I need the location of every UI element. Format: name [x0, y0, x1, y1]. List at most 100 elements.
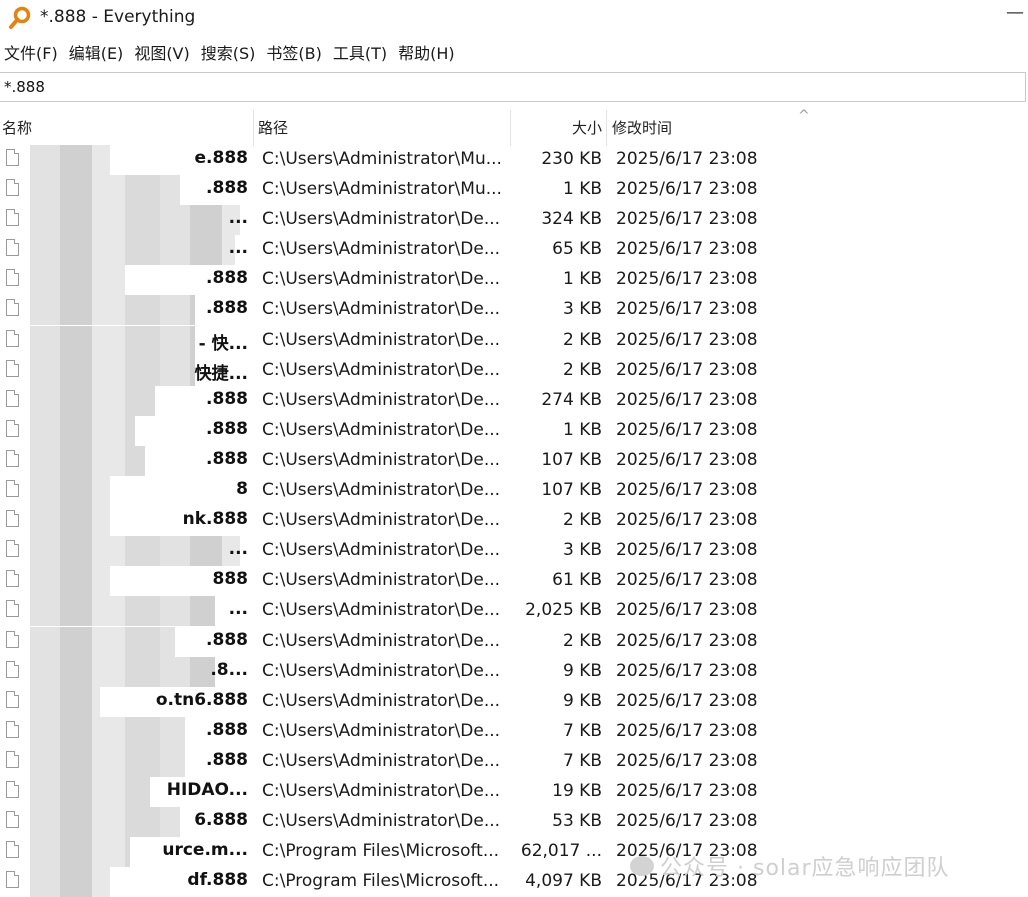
file-name: 8	[236, 479, 248, 500]
file-path: C:\Users\Administrator\De...	[262, 570, 501, 591]
menu-file[interactable]: 文件(F)	[0, 40, 65, 68]
file-name: HIDAO...	[166, 779, 248, 800]
file-size: 1 KB	[562, 419, 602, 440]
file-icon	[6, 540, 19, 558]
file-modified: 2025/6/17 23:08	[616, 780, 758, 801]
table-row[interactable]: 6.888 C:\Users\Administrator\De... 53 KB 20…	[0, 807, 1006, 838]
file-size: 2 KB	[562, 630, 602, 651]
file-size: 62,017 ...	[520, 841, 602, 862]
menu-bookmarks[interactable]: 书签(B)	[262, 40, 328, 68]
menu-search[interactable]: 搜索(S)	[197, 40, 263, 68]
redacted-block	[30, 867, 110, 897]
file-modified: 2025/6/17 23:08	[616, 750, 758, 771]
file-size: 9 KB	[562, 690, 602, 711]
file-path: C:\Users\Administrator\De...	[262, 419, 501, 440]
menu-view[interactable]: 视图(V)	[130, 40, 196, 68]
redacted-block	[30, 506, 110, 537]
menu-edit[interactable]: 编辑(E)	[65, 40, 131, 68]
file-icon	[6, 871, 19, 889]
file-path: C:\Program Files\Microsoft...	[262, 871, 500, 892]
file-size: 2 KB	[562, 329, 602, 350]
table-row[interactable]: .8... C:\Users\Administrator\De... 9 KB 202…	[0, 656, 1006, 687]
table-row[interactable]: ... C:\Users\Administrator\De... 3 KB 2025/…	[0, 536, 1006, 567]
file-path: C:\Users\Administrator\Mu...	[262, 179, 502, 200]
table-row[interactable]: e.888 C:\Users\Administrator\Mu... 230 KB 2…	[0, 145, 1006, 175]
file-icon	[6, 570, 19, 588]
file-icon	[6, 660, 19, 678]
table-row[interactable]: ... C:\Users\Administrator\De... 65 KB 2025…	[0, 235, 1006, 266]
column-name-header[interactable]: 名称	[2, 110, 32, 146]
redacted-block	[30, 566, 110, 597]
file-modified: 2025/6/17 23:08	[616, 419, 758, 440]
search-input[interactable]	[0, 72, 1026, 102]
file-modified: 2025/6/17 23:08	[616, 269, 758, 290]
table-row[interactable]: .888 C:\Users\Administrator\De... 107 KB 20…	[0, 445, 1006, 476]
table-row[interactable]: .888 C:\Users\Administrator\De... 7 KB 2025…	[0, 716, 1006, 747]
table-row[interactable]: 8 C:\Users\Administrator\De... 107 KB 2025/…	[0, 476, 1006, 507]
file-size: 1 KB	[562, 269, 602, 290]
file-icon	[6, 239, 19, 257]
file-path: C:\Users\Administrator\De...	[262, 209, 501, 230]
file-name: 888	[212, 569, 249, 590]
table-row[interactable]: .888 C:\Users\Administrator\De... 1 KB 2025…	[0, 265, 1006, 296]
file-path: C:\Program Files\Microsoft...	[262, 841, 500, 862]
file-size: 230 KB	[541, 149, 602, 169]
file-size: 2 KB	[562, 510, 602, 531]
file-path: C:\Users\Administrator\De...	[262, 480, 501, 501]
watermark-text: 公众号 · solar应急响应团队	[660, 856, 950, 881]
file-path: C:\Users\Administrator\De...	[262, 660, 501, 681]
table-row[interactable]: .888 C:\Users\Administrator\De... 2 KB 2025…	[0, 626, 1006, 657]
file-size: 3 KB	[562, 299, 602, 320]
file-icon	[6, 299, 19, 317]
redacted-block	[30, 145, 110, 175]
file-size: 274 KB	[541, 389, 602, 410]
file-path: C:\Users\Administrator\De...	[262, 690, 501, 711]
file-path: C:\Users\Administrator\De...	[262, 269, 501, 290]
file-name: df.888	[187, 870, 248, 891]
file-icon	[6, 269, 19, 287]
file-name: ...	[228, 539, 248, 560]
file-icon	[6, 209, 19, 227]
file-icon	[6, 449, 19, 467]
table-row[interactable]: 888 C:\Users\Administrator\De... 61 KB 2025…	[0, 566, 1006, 597]
file-size: 1 KB	[562, 179, 602, 200]
column-divider[interactable]	[606, 110, 607, 146]
menu-help[interactable]: 帮助(H)	[394, 40, 462, 68]
table-row[interactable]: ... C:\Users\Administrator\De... 2,025 KB 2…	[0, 596, 1006, 627]
file-icon	[6, 630, 19, 648]
menu-tools[interactable]: 工具(T)	[329, 40, 394, 68]
table-row[interactable]: .888 C:\Users\Administrator\De... 3 KB 2025…	[0, 295, 1006, 326]
table-row[interactable]: 快捷... C:\Users\Administrator\De... 2 KB 202…	[0, 355, 1006, 386]
file-path: C:\Users\Administrator\De...	[262, 630, 501, 651]
table-row[interactable]: .888 C:\Users\Administrator\De... 1 KB 2025…	[0, 415, 1006, 446]
file-modified: 2025/6/17 23:08	[616, 660, 758, 681]
file-path: C:\Users\Administrator\De...	[262, 449, 501, 470]
file-icon	[6, 179, 19, 197]
table-row[interactable]: HIDAO... C:\Users\Administrator\De... 19 K…	[0, 776, 1006, 807]
menu-bar: 文件(F) 编辑(E) 视图(V) 搜索(S) 书签(B) 工具(T) 帮助(H…	[0, 40, 462, 68]
table-row[interactable]: o.tn6.888 C:\Users\Administrator\De... 9 K…	[0, 686, 1006, 717]
column-path-header[interactable]: 路径	[258, 110, 288, 146]
file-modified: 2025/6/17 23:08	[616, 690, 758, 711]
file-icon	[6, 811, 19, 829]
table-row[interactable]: .888 C:\Users\Administrator\De... 7 KB 2025…	[0, 746, 1006, 777]
table-row[interactable]: .888 C:\Users\Administrator\Mu... 1 KB 2025…	[0, 175, 1006, 206]
file-icon	[6, 510, 19, 528]
file-icon	[6, 480, 19, 498]
file-size: 3 KB	[562, 540, 602, 561]
file-name: .888	[206, 298, 248, 319]
file-icon	[6, 149, 19, 166]
minimize-button[interactable]: —	[1006, 2, 1024, 23]
file-modified: 2025/6/17 23:08	[616, 540, 758, 561]
file-modified: 2025/6/17 23:08	[616, 720, 758, 741]
column-divider[interactable]	[253, 110, 254, 146]
column-modified-header[interactable]: 修改时间	[612, 110, 672, 146]
file-size: 107 KB	[541, 449, 602, 470]
table-row[interactable]: nk.888 C:\Users\Administrator\De... 2 KB 20…	[0, 506, 1006, 537]
file-modified: 2025/6/17 23:08	[616, 480, 758, 501]
file-size: 9 KB	[562, 660, 602, 681]
table-row[interactable]: - 快... C:\Users\Administrator\De... 2 KB 20…	[0, 325, 1006, 356]
table-row[interactable]: ... C:\Users\Administrator\De... 324 KB 202…	[0, 205, 1006, 236]
table-row[interactable]: .888 C:\Users\Administrator\De... 274 KB 20…	[0, 385, 1006, 416]
column-size-header[interactable]: 大小	[510, 110, 602, 146]
